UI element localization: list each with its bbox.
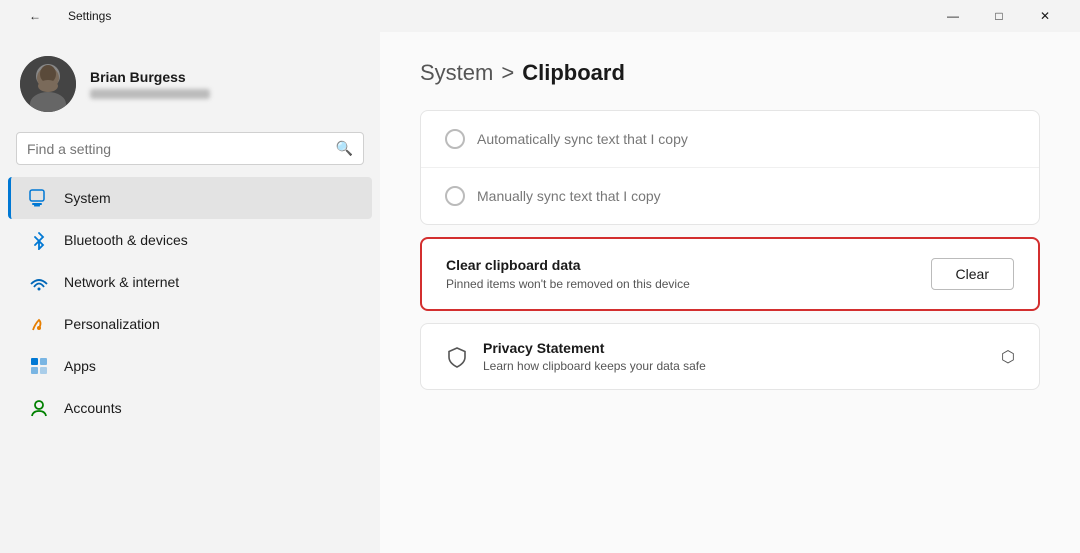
breadcrumb-current: Clipboard	[522, 60, 625, 86]
shield-icon	[445, 345, 469, 369]
sync-auto-label: Automatically sync text that I copy	[477, 131, 688, 147]
apps-icon	[28, 355, 50, 377]
sidebar-item-bluetooth-label: Bluetooth & devices	[64, 232, 188, 248]
app-body: Brian Burgess 🔍 System Bluetooth & devic…	[0, 32, 1080, 553]
clear-row: Clear clipboard data Pinned items won't …	[422, 239, 1038, 309]
privacy-subtitle: Learn how clipboard keeps your data safe	[483, 359, 706, 373]
privacy-card[interactable]: Privacy Statement Learn how clipboard ke…	[420, 323, 1040, 390]
clear-button[interactable]: Clear	[931, 258, 1014, 290]
sidebar-item-network[interactable]: Network & internet	[8, 261, 372, 303]
close-button[interactable]: ✕	[1022, 0, 1068, 32]
back-button[interactable]: ←	[12, 0, 58, 32]
sidebar: Brian Burgess 🔍 System Bluetooth & devic…	[0, 32, 380, 553]
minimize-button[interactable]: —	[930, 0, 976, 32]
clear-title: Clear clipboard data	[446, 257, 690, 273]
sync-option-auto[interactable]: Automatically sync text that I copy	[421, 111, 1039, 168]
radio-manual[interactable]	[445, 186, 465, 206]
search-box[interactable]: 🔍	[16, 132, 364, 165]
sync-option-manual[interactable]: Manually sync text that I copy	[421, 168, 1039, 224]
external-link-icon: ⬡	[1001, 347, 1015, 367]
titlebar: ← Settings — □ ✕	[0, 0, 1080, 32]
titlebar-controls: — □ ✕	[930, 0, 1068, 32]
search-icon: 🔍	[336, 140, 353, 157]
user-info: Brian Burgess	[90, 69, 210, 99]
user-profile[interactable]: Brian Burgess	[0, 40, 380, 132]
user-email	[90, 89, 210, 99]
sidebar-item-system-label: System	[64, 190, 111, 206]
breadcrumb: System > Clipboard	[420, 60, 1040, 86]
breadcrumb-separator: >	[501, 60, 514, 86]
main-content: System > Clipboard Automatically sync te…	[380, 32, 1080, 553]
radio-auto[interactable]	[445, 129, 465, 149]
privacy-text: Privacy Statement Learn how clipboard ke…	[483, 340, 706, 373]
personalization-icon	[28, 313, 50, 335]
sidebar-item-apps-label: Apps	[64, 358, 96, 374]
sync-manual-label: Manually sync text that I copy	[477, 188, 661, 204]
sidebar-item-accounts-label: Accounts	[64, 400, 122, 416]
clear-text: Clear clipboard data Pinned items won't …	[446, 257, 690, 291]
sidebar-item-apps[interactable]: Apps	[8, 345, 372, 387]
breadcrumb-parent: System	[420, 60, 493, 86]
sidebar-item-bluetooth[interactable]: Bluetooth & devices	[8, 219, 372, 261]
clear-subtitle: Pinned items won't be removed on this de…	[446, 277, 690, 291]
titlebar-title: Settings	[68, 9, 111, 23]
sidebar-item-personalization[interactable]: Personalization	[8, 303, 372, 345]
privacy-title: Privacy Statement	[483, 340, 706, 356]
sidebar-item-personalization-label: Personalization	[64, 316, 160, 332]
clear-clipboard-card: Clear clipboard data Pinned items won't …	[420, 237, 1040, 311]
bluetooth-icon	[28, 229, 50, 251]
sidebar-item-accounts[interactable]: Accounts	[8, 387, 372, 429]
maximize-button[interactable]: □	[976, 0, 1022, 32]
sync-options-card: Automatically sync text that I copy Manu…	[420, 110, 1040, 225]
user-name: Brian Burgess	[90, 69, 210, 85]
system-icon	[28, 187, 50, 209]
sidebar-item-network-label: Network & internet	[64, 274, 179, 290]
accounts-icon	[28, 397, 50, 419]
titlebar-left: ← Settings	[12, 0, 111, 32]
network-icon	[28, 271, 50, 293]
avatar	[20, 56, 76, 112]
search-input[interactable]	[27, 141, 328, 157]
sidebar-item-system[interactable]: System	[8, 177, 372, 219]
privacy-row: Privacy Statement Learn how clipboard ke…	[421, 324, 1039, 389]
privacy-left: Privacy Statement Learn how clipboard ke…	[445, 340, 706, 373]
